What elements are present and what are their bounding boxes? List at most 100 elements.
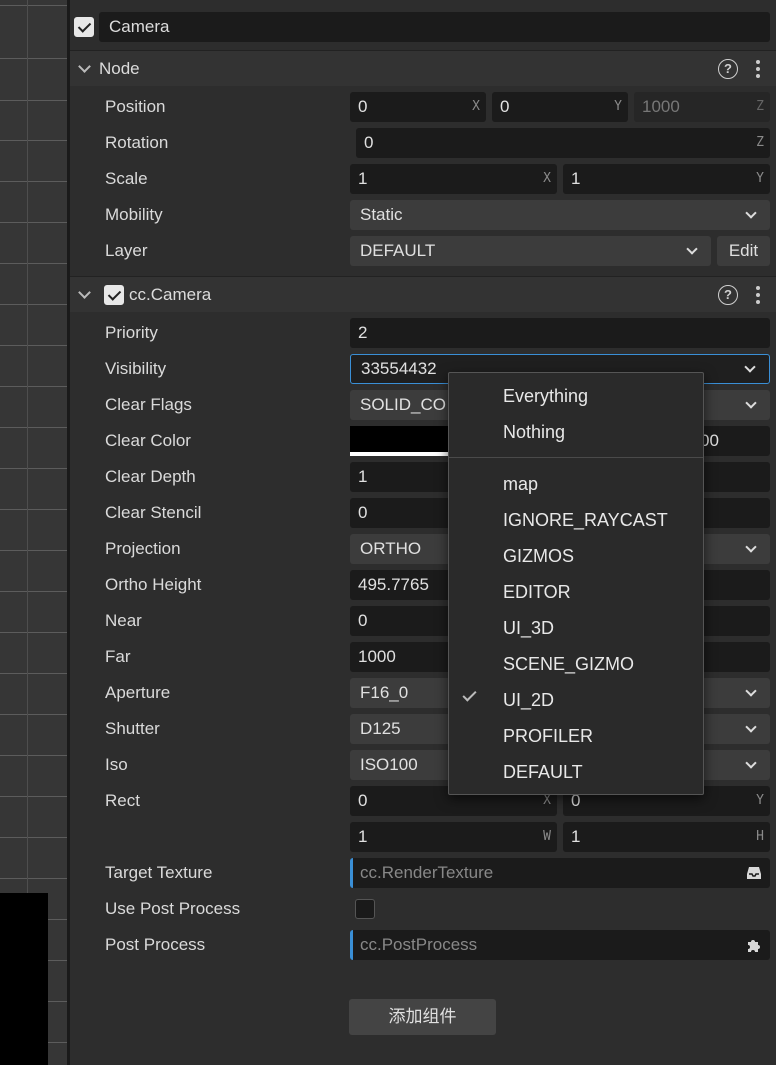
scale-label: Scale	[105, 169, 148, 188]
ortho-height-label: Ortho Height	[105, 575, 202, 594]
axis-z-label: Z	[756, 99, 764, 114]
help-icon[interactable]: ?	[718, 59, 738, 79]
priority-input[interactable]: 2	[350, 318, 770, 348]
rect-label: Rect	[105, 791, 140, 810]
grid-line	[0, 181, 67, 182]
position-y-value: 0	[500, 97, 510, 116]
use-post-process-label: Use Post Process	[105, 899, 241, 918]
collapse-chevron-icon[interactable]	[78, 286, 91, 299]
menu-item-layer[interactable]: map	[503, 474, 538, 495]
position-x-value: 0	[358, 97, 368, 116]
clear-stencil-label: Clear Stencil	[105, 503, 202, 522]
grid-line	[0, 714, 67, 715]
node-section-header[interactable]: Node ?	[70, 50, 776, 86]
chevron-down-icon	[745, 685, 757, 697]
post-process-asset-field[interactable]: cc.PostProcess	[350, 930, 770, 960]
rect-h-input[interactable]: 1 H	[563, 822, 770, 852]
inbox-icon[interactable]	[746, 866, 762, 880]
layer-edit-button[interactable]: Edit	[717, 236, 770, 266]
viewport-black-area	[0, 893, 48, 1065]
visibility-dropdown-menu: Everything Nothing map IGNORE_RAYCAST GI…	[448, 372, 704, 795]
section-title: cc.Camera	[129, 285, 212, 304]
axis-y-label: Y	[756, 171, 764, 186]
axis-y-label: Y	[756, 793, 764, 808]
grid-line	[0, 58, 67, 59]
position-y-input[interactable]: 0 Y	[492, 92, 628, 122]
projection-label: Projection	[105, 539, 181, 558]
grid-line	[0, 5, 67, 6]
grid-line	[0, 673, 67, 674]
visibility-label: Visibility	[105, 359, 167, 378]
shutter-label: Shutter	[105, 719, 160, 738]
camera-section-header[interactable]: cc.Camera ?	[70, 276, 776, 312]
chevron-down-icon	[745, 207, 757, 219]
menu-item-layer[interactable]: SCENE_GIZMO	[503, 654, 634, 675]
rotation-z-input[interactable]: 0 Z	[356, 128, 770, 158]
menu-item-layer[interactable]: IGNORE_RAYCAST	[503, 510, 668, 531]
projection-value: ORTHO	[360, 539, 422, 558]
chevron-down-icon	[745, 541, 757, 553]
add-component-button[interactable]: 添加组件	[349, 999, 496, 1035]
menu-item-layer[interactable]: UI_3D	[503, 618, 554, 639]
menu-item-nothing[interactable]: Nothing	[503, 422, 565, 443]
aperture-label: Aperture	[105, 683, 171, 702]
menu-item-layer[interactable]: DEFAULT	[503, 762, 583, 783]
layer-label: Layer	[105, 241, 148, 260]
checkmark-icon	[462, 687, 477, 702]
clear-flags-value: SOLID_CO	[360, 395, 446, 414]
iso-value: ISO100	[360, 755, 418, 774]
rotation-z-value: 0	[364, 133, 374, 152]
position-label: Position	[105, 97, 166, 116]
grid-line	[0, 304, 67, 305]
menu-item-everything[interactable]: Everything	[503, 386, 588, 407]
target-texture-placeholder: cc.RenderTexture	[360, 863, 494, 882]
position-z-input[interactable]: 1000 Z	[634, 92, 770, 122]
use-post-process-checkbox[interactable]	[355, 899, 375, 919]
iso-label: Iso	[105, 755, 128, 774]
node-active-checkbox[interactable]	[74, 17, 94, 37]
collapse-chevron-icon[interactable]	[78, 60, 91, 73]
grid-line	[0, 263, 67, 264]
position-x-input[interactable]: 0 X	[350, 92, 486, 122]
grid-line	[0, 632, 67, 633]
clear-color-swatch[interactable]	[350, 426, 450, 456]
chevron-down-icon	[745, 757, 757, 769]
aperture-value: F16_0	[360, 683, 409, 702]
rect-x-value: 0	[358, 791, 368, 810]
grid-line	[0, 878, 67, 879]
layer-select[interactable]: DEFAULT	[350, 236, 711, 266]
axis-h-label: H	[756, 829, 764, 844]
mobility-select[interactable]: Static	[350, 200, 770, 230]
scene-view[interactable]	[0, 0, 67, 1065]
node-name-field[interactable]: Camera	[99, 12, 770, 42]
grid-line	[0, 591, 67, 592]
grid-line	[0, 100, 67, 101]
axis-x-label: X	[472, 99, 480, 114]
menu-item-layer[interactable]: PROFILER	[503, 726, 593, 747]
axis-x-label: X	[543, 171, 551, 186]
menu-item-layer[interactable]: UI_2D	[503, 690, 554, 711]
more-vertical-icon[interactable]	[756, 60, 760, 78]
target-texture-asset-field[interactable]: cc.RenderTexture	[350, 858, 770, 888]
camera-enabled-checkbox[interactable]	[104, 285, 124, 305]
scale-x-input[interactable]: 1 X	[350, 164, 557, 194]
puzzle-icon[interactable]	[746, 937, 762, 953]
more-vertical-icon[interactable]	[756, 286, 760, 304]
rect-w-value: 1	[358, 827, 368, 846]
shutter-value: D125	[360, 719, 401, 738]
rect-h-value: 1	[571, 827, 581, 846]
chevron-down-icon	[686, 243, 698, 255]
grid-line	[0, 468, 67, 469]
menu-item-layer[interactable]: EDITOR	[503, 582, 571, 603]
priority-label: Priority	[105, 323, 158, 342]
chevron-down-icon	[744, 361, 756, 373]
grid-line	[0, 386, 67, 387]
visibility-value: 33554432	[361, 359, 437, 378]
rect-w-input[interactable]: 1 W	[350, 822, 557, 852]
scale-y-input[interactable]: 1 Y	[563, 164, 770, 194]
layer-value: DEFAULT	[360, 241, 436, 260]
help-icon[interactable]: ?	[718, 285, 738, 305]
grid-line	[0, 837, 67, 838]
menu-item-layer[interactable]: GIZMOS	[503, 546, 574, 567]
far-label: Far	[105, 647, 131, 666]
